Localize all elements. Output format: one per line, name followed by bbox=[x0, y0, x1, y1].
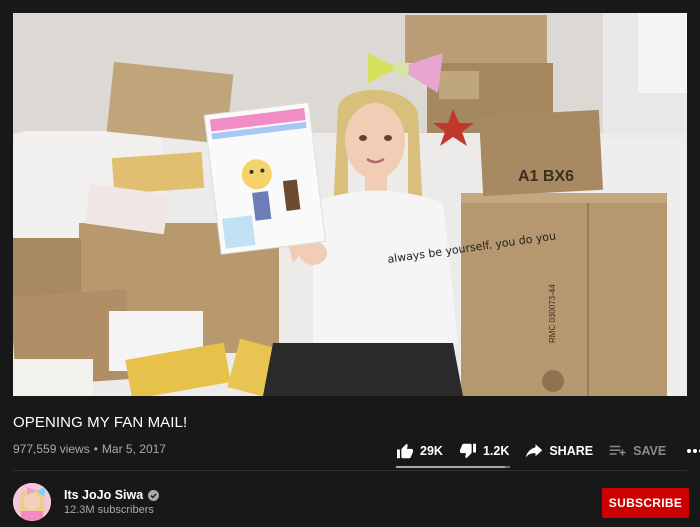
separator-dot: • bbox=[93, 442, 98, 456]
divider bbox=[13, 470, 687, 471]
dislike-count: 1.2K bbox=[482, 444, 510, 458]
box-code-text: RMC 030073-44 bbox=[548, 284, 557, 343]
video-title: OPENING MY FAN MAIL! bbox=[13, 414, 188, 431]
thumbs-down-icon bbox=[459, 443, 476, 459]
save-label: SAVE bbox=[633, 444, 667, 458]
thumbs-up-icon bbox=[397, 443, 413, 459]
upload-date: Mar 5, 2017 bbox=[101, 442, 166, 456]
subscriber-count: 12.3M subscribers bbox=[64, 504, 154, 516]
share-button[interactable]: SHARE bbox=[525, 443, 593, 459]
channel-name[interactable]: Its JoJo Siwa bbox=[64, 488, 160, 502]
view-count: 977,559 views bbox=[13, 442, 90, 456]
channel-avatar[interactable] bbox=[13, 483, 51, 521]
channel-name-text: Its JoJo Siwa bbox=[64, 488, 144, 502]
like-ratio-bar bbox=[396, 466, 510, 468]
more-icon bbox=[687, 449, 700, 453]
video-frame-image: A1 BX6 RMC 030073-44 always be yourself.… bbox=[13, 13, 687, 396]
subscribe-button[interactable]: SUBSCRIBE bbox=[602, 488, 689, 518]
playlist-add-icon bbox=[609, 445, 626, 456]
more-button[interactable] bbox=[686, 448, 700, 454]
like-count: 29K bbox=[420, 444, 443, 458]
dislike-button[interactable]: 1.2K bbox=[459, 443, 509, 459]
verified-icon bbox=[148, 489, 160, 501]
like-button[interactable]: 29K bbox=[396, 443, 443, 459]
video-actions: 29K 1.2K SHARE SAVE bbox=[396, 438, 700, 464]
box-label-text: A1 BX6 bbox=[518, 168, 574, 185]
video-meta: 977,559 views • Mar 5, 2017 bbox=[13, 442, 166, 456]
avatar-image bbox=[13, 483, 51, 521]
like-ratio-fill bbox=[396, 466, 506, 468]
share-label: SHARE bbox=[549, 444, 594, 458]
video-player[interactable]: A1 BX6 RMC 030073-44 always be yourself.… bbox=[13, 13, 687, 396]
share-icon bbox=[526, 444, 543, 458]
save-button[interactable]: SAVE bbox=[609, 444, 666, 458]
